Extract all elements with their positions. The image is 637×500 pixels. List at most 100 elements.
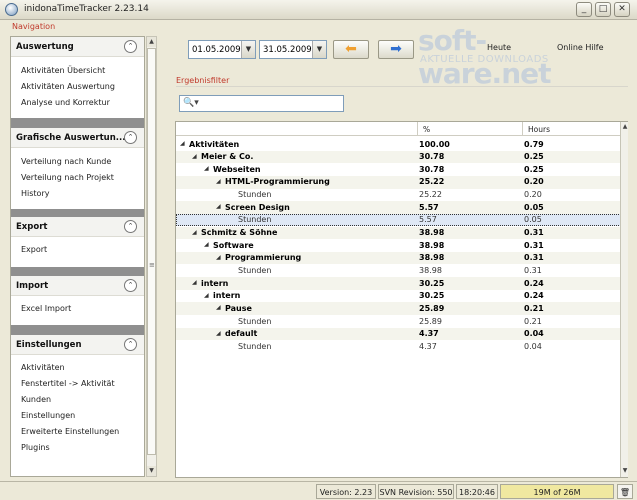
start-date-picker[interactable]: 01.05.2009 ▼ [188,40,256,59]
online-hilfe-button[interactable]: Online Hilfe [557,43,604,52]
trash-icon[interactable]: 🗑 [617,484,633,499]
next-period-button[interactable]: ➡ [378,40,414,59]
table-row[interactable]: ◢ Aktivitäten 100.00 0.79 [176,138,627,151]
scroll-up-arrow[interactable]: ▲ [621,122,629,132]
heute-button[interactable]: Heute [487,43,511,52]
expand-triangle-icon[interactable]: ◢ [216,330,221,337]
chevron-down-icon[interactable]: ▼ [312,41,326,58]
table-row[interactable]: ◢ Programmierung 38.98 0.31 [176,251,627,265]
nav-section-label: Grafische Auswertun... [16,133,126,143]
row-label: Schmitz & Söhne [201,228,278,238]
table-row[interactable]: Stunden 25.89 0.21 [176,315,627,328]
table-row[interactable]: ◢ Pause 25.89 0.21 [176,302,627,316]
table-row[interactable]: ◢ Screen Design 5.57 0.05 [176,201,627,214]
column-header-hours[interactable]: Hours [523,122,627,136]
collapse-icon[interactable]: ⌃ [124,279,137,292]
expand-triangle-icon[interactable]: ◢ [216,254,221,261]
expand-triangle-icon[interactable]: ◢ [216,203,221,210]
row-label: default [225,329,258,339]
table-row[interactable]: ◢ intern 30.25 0.24 [176,290,627,303]
grip-icon: ≡ [149,261,155,269]
navigation-scrollbar[interactable]: ▲ ≡ ▼ [146,36,157,477]
minimize-button[interactable]: _ [576,2,592,17]
expand-triangle-icon[interactable]: ◢ [180,140,185,147]
row-hours: 0.04 [524,329,544,339]
table-row[interactable]: ◢ Schmitz & Söhne 38.98 0.31 [176,226,627,240]
table-row[interactable]: ◢ intern 30.25 0.24 [176,277,627,290]
end-date-picker[interactable]: 31.05.2009 ▼ [259,40,327,59]
previous-period-button[interactable]: ⬅ [333,40,369,59]
close-button[interactable]: ✕ [614,2,630,17]
row-percent: 4.37 [419,341,437,351]
row-hours: 0.05 [524,202,544,212]
row-label: Stunden [238,215,272,225]
nav-item-export[interactable]: Export [21,245,47,254]
expand-triangle-icon[interactable]: ◢ [204,292,209,299]
title-bar: inidonaTimeTracker 2.23.14 _ □ ✕ [0,0,637,20]
nav-item-plugins[interactable]: Plugins [21,443,50,452]
table-row[interactable]: ◢ Meier & Co. 30.78 0.25 [176,150,627,164]
collapse-icon[interactable]: ⌃ [124,131,137,144]
scroll-down-arrow[interactable]: ▼ [621,466,629,476]
nav-section-export[interactable]: Export ⌃ [11,217,144,237]
memory-field[interactable]: 19M of 26M [500,484,614,499]
maximize-button[interactable]: □ [595,2,611,17]
search-input[interactable]: 🔍▾ [179,95,344,112]
row-percent: 25.89 [419,303,445,313]
expand-triangle-icon[interactable]: ◢ [216,304,221,311]
nav-item-verteilung-nach-kunde[interactable]: Verteilung nach Kunde [21,157,111,166]
table-row[interactable]: ◢ Software 38.98 0.31 [176,239,627,252]
nav-section-separator [11,325,144,335]
table-row[interactable]: ◢ HTML-Programmierung 25.22 0.20 [176,175,627,189]
table-row[interactable]: Stunden 25.22 0.20 [176,189,627,202]
row-percent: 30.78 [419,164,445,174]
scroll-up-arrow[interactable]: ▲ [147,37,156,47]
table-row[interactable]: ◢ Webseiten 30.78 0.25 [176,163,627,176]
row-label: Stunden [238,316,272,326]
table-row[interactable]: ◢ default 4.37 0.04 [176,327,627,341]
expand-triangle-icon[interactable]: ◢ [192,229,197,236]
nav-item-aktivitäten[interactable]: Aktivitäten [21,363,65,372]
nav-section-separator [11,118,144,128]
end-date-value: 31.05.2009 [263,45,312,55]
table-row[interactable]: Stunden 5.57 0.05 [176,213,627,227]
table-scrollbar[interactable]: ▲ ▼ [620,122,628,477]
expand-triangle-icon[interactable]: ◢ [216,178,221,185]
table-row[interactable]: Stunden 4.37 0.04 [176,340,627,353]
nav-item-kunden[interactable]: Kunden [21,395,51,404]
row-label: Stunden [238,266,272,275]
row-percent: 30.25 [419,291,445,301]
expand-triangle-icon[interactable]: ◢ [192,279,197,286]
column-header-percent[interactable]: % [418,122,523,136]
nav-section-grafische-auswertun[interactable]: Grafische Auswertun... ⌃ [11,128,144,148]
expand-triangle-icon[interactable]: ◢ [192,153,197,160]
scroll-down-arrow[interactable]: ▼ [147,466,156,476]
scroll-thumb[interactable]: ≡ [147,48,156,455]
collapse-icon[interactable]: ⌃ [124,220,137,233]
collapse-icon[interactable]: ⌃ [124,40,137,53]
nav-item-history[interactable]: History [21,189,49,198]
nav-item-fenstertitel-aktivität[interactable]: Fenstertitel -> Aktivität [21,379,115,388]
table-row[interactable]: Stunden 38.98 0.31 [176,265,627,278]
chevron-down-icon[interactable]: ▼ [241,41,255,58]
nav-item-analyse-und-korrektur[interactable]: Analyse und Korrektur [21,98,110,107]
nav-item-einstellungen[interactable]: Einstellungen [21,411,75,420]
row-hours: 0.24 [524,291,544,301]
app-icon [5,3,18,16]
nav-item-aktivitäten-auswertung[interactable]: Aktivitäten Auswertung [21,82,115,91]
expand-triangle-icon[interactable]: ◢ [204,241,209,248]
nav-item-aktivitäten-übersicht[interactable]: Aktivitäten Übersicht [21,66,105,75]
row-percent: 38.98 [419,228,445,238]
nav-section-import[interactable]: Import ⌃ [11,276,144,296]
nav-item-verteilung-nach-projekt[interactable]: Verteilung nach Projekt [21,173,114,182]
search-icon[interactable]: 🔍▾ [183,98,199,108]
nav-section-auswertung[interactable]: Auswertung ⌃ [11,37,144,57]
row-percent: 100.00 [419,139,450,149]
expand-triangle-icon[interactable]: ◢ [204,165,209,172]
nav-item-erweiterte-einstellungen[interactable]: Erweiterte Einstellungen [21,427,119,436]
collapse-icon[interactable]: ⌃ [124,338,137,351]
nav-section-einstellungen[interactable]: Einstellungen ⌃ [11,335,144,355]
nav-item-excel-import[interactable]: Excel Import [21,304,71,313]
row-label: HTML-Programmierung [225,177,330,187]
column-header-activity[interactable] [176,122,418,136]
